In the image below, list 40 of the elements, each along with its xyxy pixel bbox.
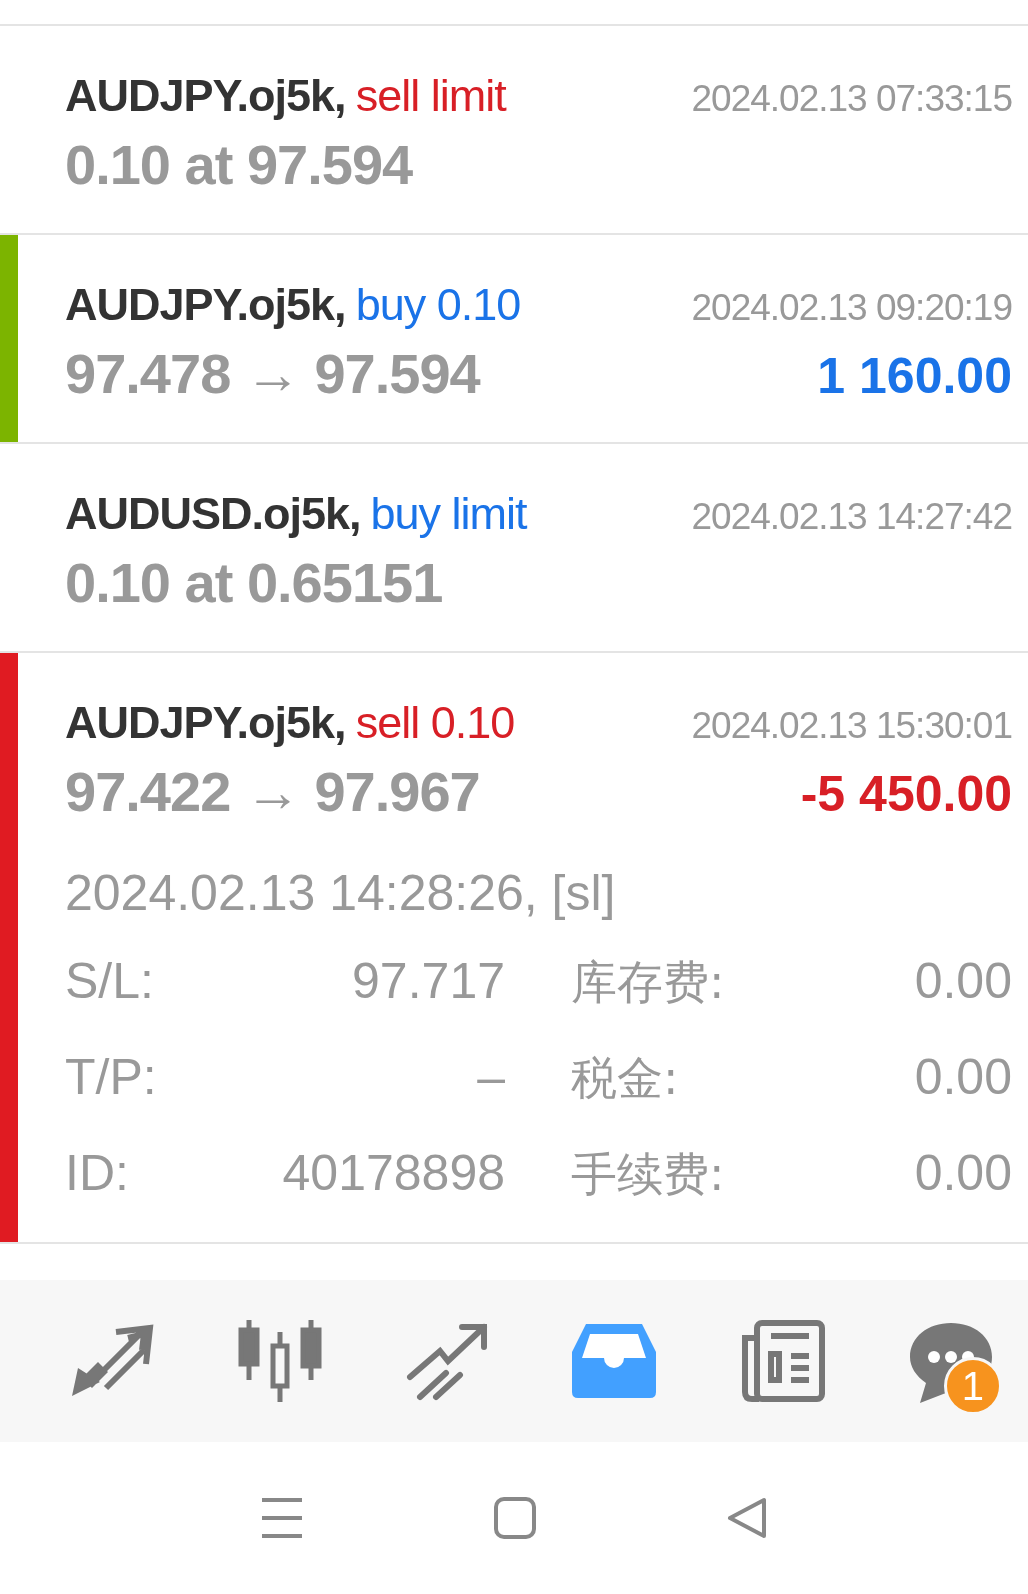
order-type-text: buy 0.10 — [355, 279, 521, 330]
back-triangle-icon[interactable] — [726, 1497, 768, 1539]
symbol-text: AUDUSD.oj5k, — [65, 488, 361, 539]
price-text: 0.10 at 0.65151 — [65, 550, 443, 615]
order-type-text: sell 0.10 — [355, 697, 515, 748]
candlestick-icon — [236, 1318, 323, 1404]
double-arrow-icon — [70, 1324, 154, 1398]
notification-badge: 1 — [944, 1357, 1002, 1415]
price-text: 97.478 → 97.594 — [65, 341, 480, 406]
time-text: 2024.02.13 14:27:42 — [691, 496, 1012, 538]
profit-text: 1 160.00 — [817, 347, 1012, 405]
home-square-icon[interactable] — [494, 1497, 536, 1539]
symbol-text: AUDJPY.oj5k, — [65, 279, 346, 330]
order-type-text: sell limit — [355, 70, 506, 121]
field-label: ID: — [65, 1144, 130, 1203]
price-text: 0.10 at 97.594 — [65, 132, 413, 197]
time-text: 2024.02.13 15:30:01 — [691, 705, 1012, 747]
menu-icon[interactable] — [260, 1497, 304, 1539]
time-text: 2024.02.13 07:33:15 — [691, 78, 1012, 120]
order-type-text: buy limit — [370, 488, 527, 539]
field-value: 97.717 — [351, 952, 505, 1011]
field-label: S/L: — [65, 952, 155, 1011]
time-text: 2024.02.13 09:20:19 — [691, 287, 1012, 329]
field-value: 0.00 — [913, 1048, 1012, 1107]
field-value: – — [476, 1048, 505, 1107]
profit-text: -5 450.00 — [800, 765, 1012, 823]
newspaper-icon — [739, 1320, 826, 1402]
field-value: 40178898 — [281, 1144, 505, 1203]
open-time-text: 2024.02.13 14:28:26, [sl] — [65, 864, 617, 922]
field-label: 税金: — [570, 1050, 680, 1107]
symbol-text: AUDJPY.oj5k, — [65, 70, 346, 121]
price-text: 97.422 → 97.967 — [65, 759, 480, 824]
symbol-text: AUDJPY.oj5k, — [65, 697, 346, 748]
field-label: 库存费: — [570, 954, 726, 1011]
field-value: 0.00 — [913, 1144, 1012, 1203]
field-label: T/P: — [65, 1048, 158, 1107]
inbox-icon — [572, 1324, 657, 1398]
trend-arrow-icon — [405, 1321, 490, 1401]
field-value: 0.00 — [913, 952, 1012, 1011]
field-label: 手续费: — [570, 1146, 726, 1203]
